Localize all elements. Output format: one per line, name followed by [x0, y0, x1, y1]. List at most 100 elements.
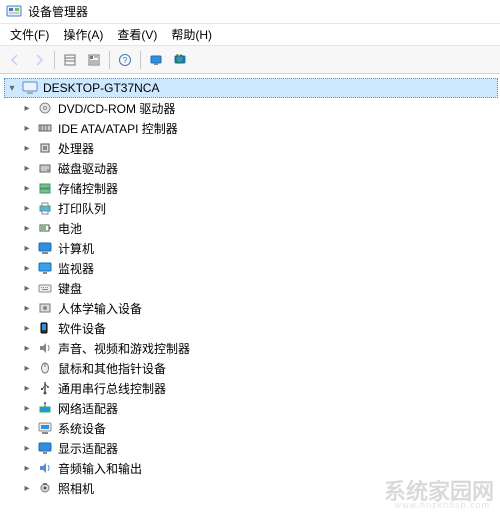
tree-node[interactable]: ▸ 鼠标和其他指针设备	[20, 358, 498, 378]
chevron-right-icon[interactable]: ▸	[20, 443, 34, 454]
chevron-right-icon[interactable]: ▸	[20, 283, 34, 294]
tree-node[interactable]: ▸ 软件设备	[20, 318, 498, 338]
tree-node-label: 存储控制器	[56, 180, 118, 197]
disc-icon	[36, 100, 54, 116]
tree-children: ▸DVD/CD-ROM 驱动器▸IDE ATA/ATAPI 控制器▸处理器▸磁盘…	[20, 98, 498, 498]
tree-node-label: 监视器	[56, 260, 94, 277]
chevron-right-icon[interactable]: ▸	[20, 143, 34, 154]
chevron-right-icon[interactable]: ▸	[20, 203, 34, 214]
tree-node[interactable]: ▸ 存储控制器	[20, 178, 498, 198]
audio-io-icon	[36, 460, 54, 476]
scan-hardware-button[interactable]	[169, 49, 191, 71]
chevron-right-icon[interactable]: ▸	[20, 123, 34, 134]
tree-node-label: 处理器	[56, 140, 94, 157]
title-bar: 设备管理器	[0, 0, 500, 24]
app-icon	[6, 4, 22, 20]
tree-node[interactable]: ▸ 音频输入和输出	[20, 458, 498, 478]
view-detail-button[interactable]	[83, 49, 105, 71]
tree-node[interactable]: ▸ 计算机	[20, 238, 498, 258]
tree-node[interactable]: ▸ IDE ATA/ATAPI 控制器	[20, 118, 498, 138]
tree-node-label: 计算机	[56, 240, 94, 257]
svg-text:?: ?	[123, 56, 128, 65]
menu-action[interactable]: 操作(A)	[57, 24, 109, 45]
computer-icon	[36, 240, 54, 256]
tree-root-label: DESKTOP-GT37NCA	[41, 81, 159, 95]
chevron-right-icon[interactable]: ▸	[20, 423, 34, 434]
tree-root[interactable]: ▾ DESKTOP-GT37NCA	[4, 78, 498, 98]
menu-view[interactable]: 查看(V)	[111, 24, 163, 45]
tree-node[interactable]: ▸ 系统设备	[20, 418, 498, 438]
menu-help[interactable]: 帮助(H)	[165, 24, 218, 45]
menu-bar: 文件(F) 操作(A) 查看(V) 帮助(H)	[0, 24, 500, 46]
computer-root-icon	[21, 80, 39, 96]
tree-node-label: 电池	[56, 220, 82, 237]
tree-node[interactable]: ▸ 磁盘驱动器	[20, 158, 498, 178]
usb-icon	[36, 380, 54, 396]
window-title: 设备管理器	[28, 3, 88, 20]
tree-node[interactable]: ▸ 人体学输入设备	[20, 298, 498, 318]
tree-node-label: 音频输入和输出	[56, 460, 142, 477]
tree-node-label: 照相机	[56, 480, 94, 497]
tree-node-label: 系统设备	[56, 420, 106, 437]
chevron-right-icon[interactable]: ▸	[20, 243, 34, 254]
tree-node-label: 键盘	[56, 280, 82, 297]
tree-node[interactable]: ▸ 显示适配器	[20, 438, 498, 458]
help-button[interactable]: ?	[114, 49, 136, 71]
tree-node[interactable]: ▸ 监视器	[20, 258, 498, 278]
tree-node[interactable]: ▸ 照相机	[20, 478, 498, 498]
display-icon	[36, 440, 54, 456]
tree-node[interactable]: ▸ 通用串行总线控制器	[20, 378, 498, 398]
chevron-down-icon[interactable]: ▾	[5, 83, 19, 94]
chevron-right-icon[interactable]: ▸	[20, 343, 34, 354]
forward-button[interactable]	[28, 49, 50, 71]
cpu-icon	[36, 140, 54, 156]
tree-node[interactable]: ▸ 键盘	[20, 278, 498, 298]
chevron-right-icon[interactable]: ▸	[20, 403, 34, 414]
tree-node-label: 鼠标和其他指针设备	[56, 360, 166, 377]
menu-file[interactable]: 文件(F)	[4, 24, 55, 45]
chevron-right-icon[interactable]: ▸	[20, 163, 34, 174]
ide-icon	[36, 120, 54, 136]
chevron-right-icon[interactable]: ▸	[20, 263, 34, 274]
view-list-button[interactable]	[59, 49, 81, 71]
monitor-device-icon	[36, 260, 54, 276]
chevron-right-icon[interactable]: ▸	[20, 483, 34, 494]
hid-icon	[36, 300, 54, 316]
chevron-right-icon[interactable]: ▸	[20, 303, 34, 314]
storage-icon	[36, 180, 54, 196]
chevron-right-icon[interactable]: ▸	[20, 323, 34, 334]
chevron-right-icon[interactable]: ▸	[20, 463, 34, 474]
chevron-right-icon[interactable]: ▸	[20, 363, 34, 374]
chevron-right-icon[interactable]: ▸	[20, 223, 34, 234]
tree-node-label: 软件设备	[56, 320, 106, 337]
battery-icon	[36, 220, 54, 236]
tree-node[interactable]: ▸ 打印队列	[20, 198, 498, 218]
chevron-right-icon[interactable]: ▸	[20, 383, 34, 394]
show-devices-button[interactable]	[145, 49, 167, 71]
toolbar-separator	[109, 51, 110, 69]
network-icon	[36, 400, 54, 416]
tree-node[interactable]: ▸ 声音、视频和游戏控制器	[20, 338, 498, 358]
mouse-icon	[36, 360, 54, 376]
tree-node-label: 声音、视频和游戏控制器	[56, 340, 190, 357]
keyboard-icon	[36, 280, 54, 296]
tree-node-label: 打印队列	[56, 200, 106, 217]
tree-node-label: 人体学输入设备	[56, 300, 142, 317]
tree-node[interactable]: ▸ 电池	[20, 218, 498, 238]
toolbar-separator	[140, 51, 141, 69]
tree-node-label: 显示适配器	[56, 440, 118, 457]
tree-node-label: 网络适配器	[56, 400, 118, 417]
system-icon	[36, 420, 54, 436]
tree-node-label: IDE ATA/ATAPI 控制器	[56, 120, 178, 137]
tree-node-label: 磁盘驱动器	[56, 160, 118, 177]
tree-node[interactable]: ▸DVD/CD-ROM 驱动器	[20, 98, 498, 118]
chevron-right-icon[interactable]: ▸	[20, 183, 34, 194]
tree-node[interactable]: ▸ 网络适配器	[20, 398, 498, 418]
camera-icon	[36, 480, 54, 496]
device-tree[interactable]: ▾ DESKTOP-GT37NCA ▸DVD/CD-ROM 驱动器▸IDE AT…	[0, 74, 500, 512]
toolbar: ?	[0, 46, 500, 74]
back-button[interactable]	[4, 49, 26, 71]
tree-node-label: 通用串行总线控制器	[56, 380, 166, 397]
chevron-right-icon[interactable]: ▸	[20, 103, 34, 114]
tree-node[interactable]: ▸ 处理器	[20, 138, 498, 158]
